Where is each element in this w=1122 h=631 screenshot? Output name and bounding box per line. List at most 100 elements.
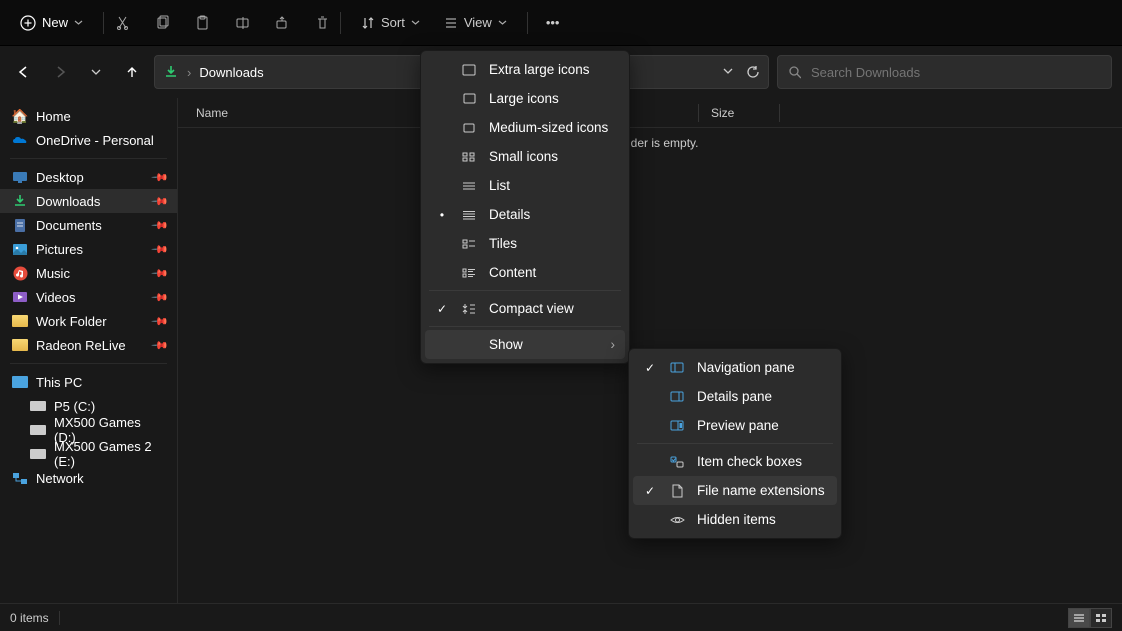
search-input[interactable]	[811, 65, 1101, 80]
menu-item-small-icons[interactable]: Small icons	[425, 142, 625, 171]
cut-icon[interactable]	[114, 15, 130, 31]
sort-button[interactable]: Sort	[351, 9, 430, 36]
menu-label: Medium-sized icons	[489, 120, 608, 135]
sidebar-item-network[interactable]: Network	[0, 466, 177, 490]
menu-item-check-boxes[interactable]: Item check boxes	[633, 447, 837, 476]
folder-icon	[12, 313, 28, 329]
sidebar-item-desktop[interactable]: Desktop 📌	[0, 165, 177, 189]
column-size[interactable]: Size	[699, 106, 779, 120]
menu-item-show[interactable]: Show ›	[425, 330, 625, 359]
forward-button[interactable]	[46, 58, 74, 86]
menu-label: File name extensions	[697, 483, 825, 498]
new-button[interactable]: New	[10, 11, 93, 35]
pin-icon: 📌	[151, 264, 170, 283]
downloads-icon	[12, 193, 28, 209]
menu-item-tiles[interactable]: Tiles	[425, 229, 625, 258]
sidebar-label: Downloads	[36, 194, 100, 209]
sidebar-separator	[10, 363, 167, 364]
drive-icon	[30, 398, 46, 414]
pin-icon: 📌	[151, 240, 170, 259]
menu-item-list[interactable]: List	[425, 171, 625, 200]
view-button[interactable]: View	[434, 9, 517, 36]
status-bar: 0 items	[0, 603, 1122, 631]
sidebar-item-music[interactable]: Music 📌	[0, 261, 177, 285]
checkboxes-icon	[669, 456, 685, 468]
sidebar-item-thispc[interactable]: This PC	[0, 370, 177, 394]
recent-dropdown[interactable]	[82, 58, 110, 86]
documents-icon	[12, 217, 28, 233]
menu-label: List	[489, 178, 510, 193]
sidebar-label: P5 (C:)	[54, 399, 95, 414]
menu-label: Tiles	[489, 236, 517, 251]
share-icon[interactable]	[274, 15, 290, 31]
paste-icon[interactable]	[194, 15, 210, 31]
menu-label: Large icons	[489, 91, 559, 106]
sidebar-item-drive-e[interactable]: MX500 Games 2 (E:)	[0, 442, 177, 466]
search-bar[interactable]	[777, 55, 1112, 89]
menu-item-compact-view[interactable]: ✓ Compact view	[425, 294, 625, 323]
menu-item-navigation-pane[interactable]: ✓ Navigation pane	[633, 353, 837, 382]
menu-label: Content	[489, 265, 536, 280]
check-icon: ✓	[643, 361, 657, 375]
menu-item-preview-pane[interactable]: Preview pane	[633, 411, 837, 440]
chevron-right-icon: ›	[611, 337, 616, 352]
extra-large-icons-icon	[461, 64, 477, 76]
menu-item-file-extensions[interactable]: ✓ File name extensions	[633, 476, 837, 505]
sidebar-label: OneDrive - Personal	[36, 133, 154, 148]
menu-label: Compact view	[489, 301, 574, 316]
back-button[interactable]	[10, 58, 38, 86]
rename-icon[interactable]	[234, 15, 250, 31]
refresh-icon[interactable]	[746, 65, 760, 79]
videos-icon	[12, 289, 28, 305]
sidebar-label: Videos	[36, 290, 76, 305]
column-headers: Name Size	[178, 98, 1122, 128]
menu-label: Details	[489, 207, 530, 222]
menu-item-large-icons[interactable]: Large icons	[425, 84, 625, 113]
copy-icon[interactable]	[154, 15, 170, 31]
search-icon	[788, 65, 801, 79]
desktop-icon	[12, 169, 28, 185]
details-view-toggle[interactable]	[1068, 608, 1090, 628]
chevron-down-icon	[411, 18, 420, 27]
address-dropdown-icon[interactable]	[722, 65, 734, 77]
hidden-items-icon	[669, 515, 685, 525]
details-pane-icon	[669, 391, 685, 402]
check-icon: ✓	[643, 484, 657, 498]
large-icons-icon	[461, 93, 477, 104]
pin-icon: 📌	[151, 288, 170, 307]
sidebar-label: Radeon ReLive	[36, 338, 126, 353]
compact-icon	[461, 303, 477, 315]
navigation-pane-icon	[669, 362, 685, 373]
sidebar-item-onedrive[interactable]: OneDrive - Personal	[0, 128, 177, 152]
menu-item-details[interactable]: • Details	[425, 200, 625, 229]
sidebar-item-downloads[interactable]: Downloads 📌	[0, 189, 177, 213]
menu-separator	[429, 326, 621, 327]
menu-item-hidden-items[interactable]: Hidden items	[633, 505, 837, 534]
delete-icon[interactable]	[314, 15, 330, 31]
sidebar-item-workfolder[interactable]: Work Folder 📌	[0, 309, 177, 333]
breadcrumb-location[interactable]: Downloads	[199, 65, 263, 80]
menu-item-details-pane[interactable]: Details pane	[633, 382, 837, 411]
up-button[interactable]	[118, 58, 146, 86]
menu-item-content[interactable]: Content	[425, 258, 625, 287]
menu-label: Extra large icons	[489, 62, 590, 77]
icons-view-toggle[interactable]	[1090, 608, 1112, 628]
sort-icon	[361, 16, 375, 30]
chevron-down-icon	[498, 18, 507, 27]
menu-item-medium-icons[interactable]: Medium-sized icons	[425, 113, 625, 142]
sidebar-item-pictures[interactable]: Pictures 📌	[0, 237, 177, 261]
sidebar-label: Documents	[36, 218, 102, 233]
menu-label: Show	[489, 337, 523, 352]
sidebar-item-home[interactable]: 🏠 Home	[0, 104, 177, 128]
drive-icon	[30, 422, 46, 438]
sidebar-label: Work Folder	[36, 314, 107, 329]
more-button[interactable]: •••	[538, 15, 568, 30]
sidebar-item-videos[interactable]: Videos 📌	[0, 285, 177, 309]
sidebar-label: This PC	[36, 375, 82, 390]
folder-icon	[12, 337, 28, 353]
sidebar-separator	[10, 158, 167, 159]
sidebar-item-radeon[interactable]: Radeon ReLive 📌	[0, 333, 177, 357]
sidebar-item-documents[interactable]: Documents 📌	[0, 213, 177, 237]
pictures-icon	[12, 241, 28, 257]
menu-item-extra-large-icons[interactable]: Extra large icons	[425, 55, 625, 84]
